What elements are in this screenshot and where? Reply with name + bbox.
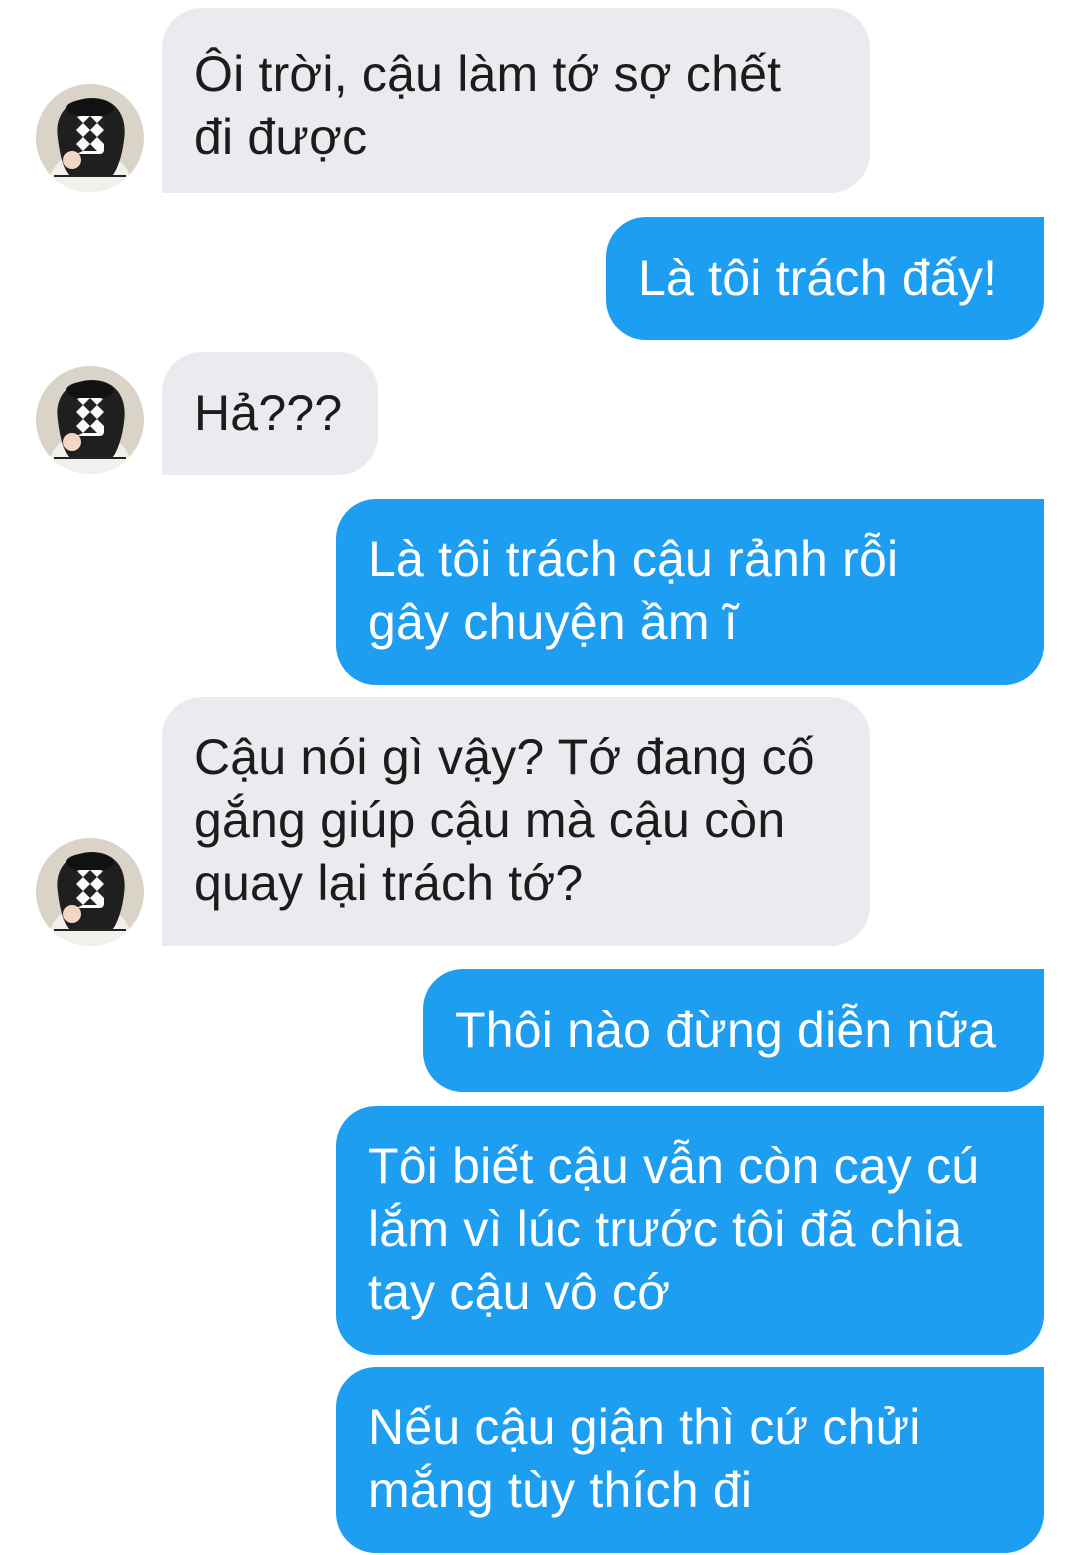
message-line: tay cậu vô cớ	[368, 1264, 671, 1320]
message-bubble-outgoing[interactable]: Là tôi trách cậu rảnh rỗi gây chuyện ầm …	[336, 499, 1044, 685]
message-line: quay lại trách tớ?	[194, 855, 584, 911]
avatar-photo-icon	[36, 838, 144, 946]
contact-avatar[interactable]	[36, 838, 144, 946]
message-line: Ôi trời, cậu làm tớ sợ chết	[194, 46, 782, 102]
message-bubble-outgoing[interactable]: Tôi biết cậu vẫn còn cay cú lắm vì lúc t…	[336, 1106, 1044, 1355]
message-bubble-outgoing[interactable]: Nếu cậu giận thì cứ chửi mắng tùy thích …	[336, 1367, 1044, 1553]
message-line: Là tôi trách đấy!	[638, 250, 998, 306]
message-bubble-incoming[interactable]: Hả???	[162, 352, 378, 475]
avatar-photo-icon	[36, 366, 144, 474]
message-line: Là tôi trách cậu rảnh rỗi	[368, 531, 899, 587]
contact-avatar[interactable]	[36, 84, 144, 192]
message-bubble-incoming[interactable]: Cậu nói gì vậy? Tớ đang cố gắng giúp cậu…	[162, 697, 870, 946]
message-bubble-outgoing[interactable]: Là tôi trách đấy!	[606, 217, 1044, 340]
message-bubble-outgoing[interactable]: Thôi nào đừng diễn nữa	[423, 969, 1044, 1092]
message-line: Cậu nói gì vậy? Tớ đang cố	[194, 729, 815, 785]
chat-thread: Ôi trời, cậu làm tớ sợ chết đi được Là t…	[0, 0, 1080, 1555]
message-line: mắng tùy thích đi	[368, 1462, 753, 1518]
contact-avatar[interactable]	[36, 366, 144, 474]
message-bubble-incoming[interactable]: Ôi trời, cậu làm tớ sợ chết đi được	[162, 8, 870, 193]
message-line: Nếu cậu giận thì cứ chửi	[368, 1399, 921, 1455]
message-line: lắm vì lúc trước tôi đã chia	[368, 1201, 963, 1257]
message-line: gắng giúp cậu mà cậu còn	[194, 792, 786, 848]
message-line: Thôi nào đừng diễn nữa	[455, 1002, 997, 1058]
avatar-photo-icon	[36, 84, 144, 192]
message-line: Hả???	[194, 385, 343, 441]
message-line: đi được	[194, 109, 368, 165]
message-line: Tôi biết cậu vẫn còn cay cú	[368, 1138, 980, 1194]
message-line: gây chuyện ầm ĩ	[368, 594, 738, 650]
